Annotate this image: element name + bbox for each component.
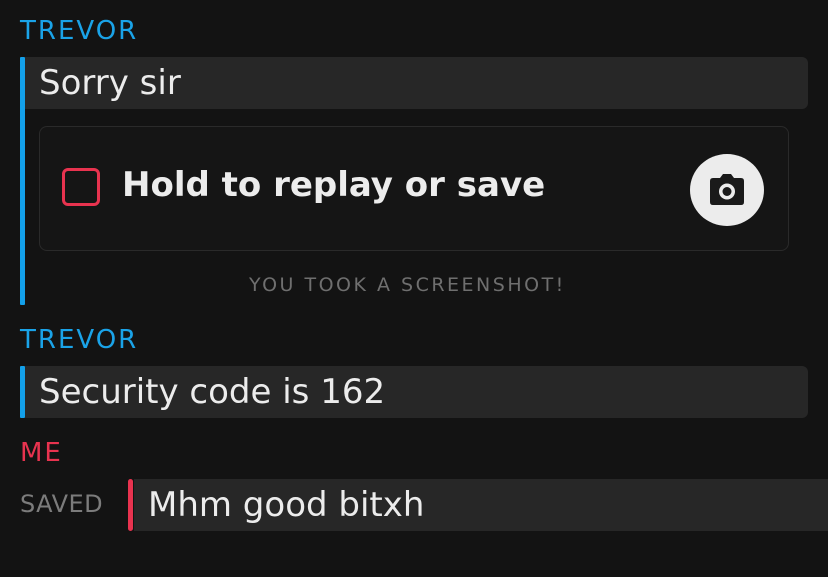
message-group-bar [128, 479, 133, 531]
screenshot-notice: YOU TOOK A SCREENSHOT! [249, 274, 566, 296]
sender-name: TREVOR [20, 16, 139, 46]
message-bubble[interactable]: Mhm good bitxh [134, 479, 828, 531]
sender-name: ME [20, 438, 63, 468]
message-bubble[interactable]: Sorry sir [25, 57, 808, 109]
snap-square-icon [62, 168, 100, 206]
camera-button[interactable] [690, 154, 764, 226]
chat-view: TREVOR Sorry sir Hold to replay or save … [0, 0, 828, 577]
camera-icon [710, 174, 744, 205]
message-bubble[interactable]: Security code is 162 [25, 366, 808, 418]
sender-name: TREVOR [20, 325, 139, 355]
snap-replay-label: Hold to replay or save [122, 165, 546, 205]
saved-label: SAVED [20, 490, 104, 518]
snap-card[interactable]: Hold to replay or save [39, 126, 789, 251]
